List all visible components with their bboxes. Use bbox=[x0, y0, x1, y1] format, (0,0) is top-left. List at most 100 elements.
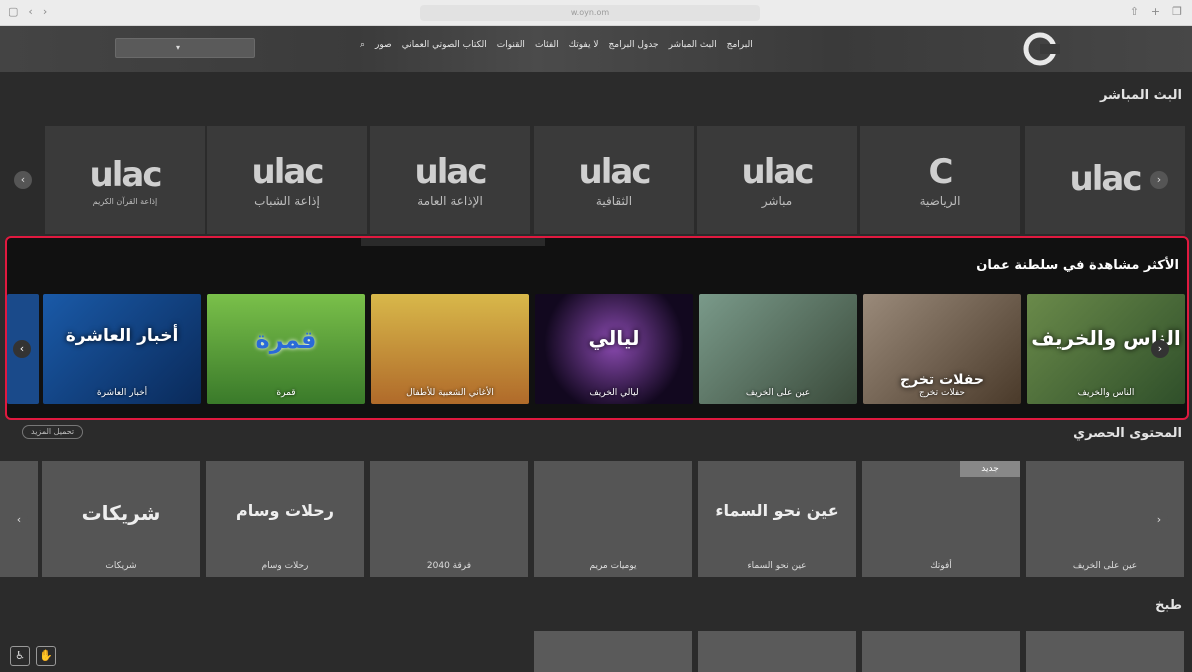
show-art-title: حفلات تخرج bbox=[900, 372, 984, 388]
chevron-down-icon: ▾ bbox=[176, 43, 181, 52]
show-label: حفلات تخرج bbox=[919, 388, 965, 398]
nav-live[interactable]: البث المباشر bbox=[669, 40, 717, 50]
show-label: عين على الخريف bbox=[745, 388, 811, 398]
exclusive-next-arrow[interactable]: › bbox=[1150, 511, 1168, 529]
nav-photos[interactable]: صور bbox=[375, 40, 392, 50]
nav-programs[interactable]: البرامج bbox=[727, 40, 753, 50]
show-card[interactable]: عين نحو السماء عين نحو السماء bbox=[698, 461, 856, 577]
browser-nav-controls: ▢ ‹ › bbox=[8, 5, 47, 18]
show-label: عين على الخريف bbox=[1072, 561, 1138, 571]
nav-channels[interactable]: القنوات bbox=[497, 40, 525, 50]
nav-schedule[interactable]: جدول البرامج bbox=[608, 40, 658, 50]
channel-logo: ulac bbox=[578, 152, 652, 192]
show-card[interactable]: قمرة قمرة bbox=[207, 294, 365, 404]
show-label: رحلات وسام bbox=[261, 561, 309, 571]
channel-logo: ulac bbox=[741, 152, 815, 192]
show-card[interactable]: جديد أفوتك bbox=[862, 461, 1020, 577]
channel-logo: ulac bbox=[251, 152, 325, 192]
show-card[interactable]: رحلات وسام رحلات وسام bbox=[206, 461, 364, 577]
channel-label: مباشر bbox=[761, 194, 793, 208]
address-bar[interactable]: w.oyn.om bbox=[420, 5, 760, 21]
most-watched-prev-arrow[interactable]: ‹ bbox=[13, 340, 31, 358]
show-card[interactable]: فرقة 2040 bbox=[370, 461, 528, 577]
show-art-title: ليالي bbox=[588, 326, 640, 350]
share-icon[interactable]: ⇧ bbox=[1130, 5, 1139, 18]
channel-card[interactable]: ulac مباشر bbox=[697, 126, 857, 234]
exclusive-section-title: المحتوى الحصري bbox=[1073, 426, 1182, 441]
sign-language-icon[interactable]: ✋ bbox=[36, 646, 56, 666]
accessibility-icon[interactable]: ♿ bbox=[10, 646, 30, 666]
search-icon[interactable]: ⌕ bbox=[360, 40, 365, 50]
show-card[interactable] bbox=[698, 631, 856, 672]
channel-card[interactable]: C الرياضية bbox=[860, 126, 1020, 234]
show-label: أفوتك bbox=[930, 561, 952, 571]
exclusive-row: عين على الخريف جديد أفوتك عين نحو السماء… bbox=[0, 461, 1192, 579]
channel-logo: ulac bbox=[414, 152, 488, 192]
most-watched-section: الأكثر مشاهدة في سلطنة عمان الناس والخري… bbox=[5, 236, 1189, 420]
most-watched-next-arrow[interactable]: › bbox=[1151, 340, 1169, 358]
cooking-row bbox=[0, 631, 1192, 672]
show-label: قمرة bbox=[276, 388, 296, 398]
accessibility-controls: ♿ ✋ bbox=[10, 646, 56, 666]
new-badge: جديد bbox=[960, 461, 1020, 477]
show-label: أخبار العاشرة bbox=[96, 388, 148, 398]
channel-label: الرياضية bbox=[919, 194, 961, 208]
channel-logo: C bbox=[928, 152, 954, 192]
channel-label: إذاعة القرآن الكريم bbox=[92, 196, 158, 206]
back-icon[interactable]: ‹ bbox=[28, 5, 32, 18]
show-card[interactable]: عين على الخريف bbox=[699, 294, 857, 404]
channel-card[interactable]: ulac الثقافية bbox=[534, 126, 694, 234]
show-label: ليالي الخريف bbox=[589, 388, 639, 398]
browser-toolbar: ▢ ‹ › w.oyn.om ⇧ + ❐ bbox=[0, 0, 1192, 26]
browser-actions: ⇧ + ❐ bbox=[1130, 5, 1182, 18]
channels-next-arrow[interactable]: › bbox=[1150, 171, 1168, 189]
channel-label: الإذاعة العامة bbox=[417, 194, 483, 208]
nav-categories[interactable]: الفئات bbox=[535, 40, 559, 50]
scroll-indicator bbox=[361, 238, 545, 246]
channel-label: إذاعة الشباب bbox=[254, 194, 320, 208]
channel-label: الثقافية bbox=[595, 194, 633, 208]
channel-card[interactable]: ulac إذاعة الشباب bbox=[207, 126, 367, 234]
channels-prev-arrow[interactable]: ‹ bbox=[14, 171, 32, 189]
show-label: الناس والخريف bbox=[1077, 388, 1135, 398]
site-logo[interactable] bbox=[1002, 32, 1072, 66]
show-art-title: قمرة bbox=[255, 326, 317, 354]
new-tab-icon[interactable]: + bbox=[1151, 5, 1160, 18]
show-label: فرقة 2040 bbox=[426, 561, 472, 571]
show-card[interactable] bbox=[1026, 631, 1184, 672]
main-nav: البرامج البث المباشر جدول البرامج لا يفو… bbox=[360, 40, 753, 50]
nav-dont-miss[interactable]: لا يفوتك bbox=[569, 40, 599, 50]
nav-audiobook[interactable]: الكتاب الصوتي العماني bbox=[402, 40, 487, 50]
cooking-section-title: طبخ bbox=[1155, 598, 1182, 613]
show-label: الأغاني الشعبية للأطفال bbox=[406, 388, 494, 398]
channel-logo: ulac bbox=[89, 154, 163, 195]
sidebar-toggle-icon[interactable]: ▢ bbox=[8, 5, 18, 18]
show-art-title: أخبار العاشرة bbox=[65, 326, 179, 346]
show-label: يوميات مريم bbox=[589, 561, 637, 571]
show-card[interactable]: حفلات تخرج حفلات تخرج bbox=[863, 294, 1021, 404]
exclusive-prev-arrow[interactable]: ‹ bbox=[10, 511, 28, 529]
site-header: ▾ البرامج البث المباشر جدول البرامج لا ي… bbox=[0, 26, 1192, 72]
show-card[interactable]: الأغاني الشعبية للأطفال bbox=[371, 294, 529, 404]
forward-icon[interactable]: › bbox=[43, 5, 47, 18]
show-card[interactable]: شريكات شريكات bbox=[42, 461, 200, 577]
show-card[interactable] bbox=[534, 631, 692, 672]
show-art-title: رحلات وسام bbox=[236, 501, 334, 520]
show-card[interactable]: يوميات مريم bbox=[534, 461, 692, 577]
live-channels-row: ulac C الرياضية ulac مباشر ulac الثقافية… bbox=[0, 126, 1192, 234]
most-watched-title: الأكثر مشاهدة في سلطنة عمان bbox=[976, 258, 1179, 273]
show-art-title: شريكات bbox=[81, 501, 161, 525]
show-label: شريكات bbox=[105, 561, 137, 571]
show-card[interactable]: ليالي ليالي الخريف bbox=[535, 294, 693, 404]
live-section-title: البث المباشر bbox=[1099, 88, 1182, 103]
channel-logo: ulac bbox=[1069, 159, 1143, 199]
show-card[interactable]: أخبار العاشرة أخبار العاشرة bbox=[43, 294, 201, 404]
show-label: عين نحو السماء bbox=[747, 561, 807, 571]
show-card[interactable] bbox=[862, 631, 1020, 672]
load-more-button[interactable]: تحميل المزيد bbox=[22, 425, 84, 439]
channel-card[interactable]: ulac الإذاعة العامة bbox=[370, 126, 530, 234]
header-dropdown[interactable]: ▾ bbox=[115, 38, 255, 58]
tabs-icon[interactable]: ❐ bbox=[1172, 5, 1182, 18]
show-art-title: عين نحو السماء bbox=[715, 501, 839, 520]
channel-card[interactable]: ulac إذاعة القرآن الكريم bbox=[45, 126, 205, 234]
